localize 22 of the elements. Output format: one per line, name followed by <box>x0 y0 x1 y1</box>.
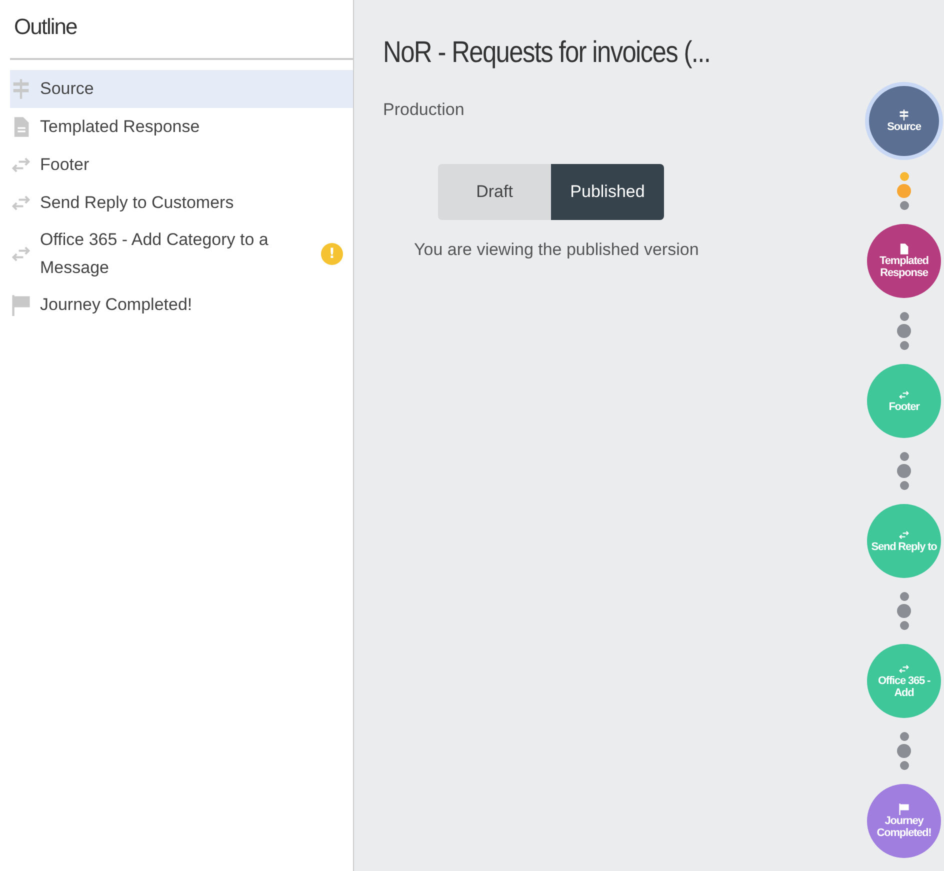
transfer-icon <box>898 529 910 541</box>
signpost-icon <box>898 109 910 121</box>
page-title: NoR - Requests for invoices (... <box>383 36 710 70</box>
outline-item[interactable]: Templated Response <box>10 108 353 146</box>
outline-item[interactable]: Office 365 - Add Category to a Message ! <box>10 222 353 286</box>
outline-item[interactable]: Send Reply to Customers <box>10 184 353 222</box>
journey-node[interactable]: Templated Response <box>867 224 941 298</box>
outline-item[interactable]: Journey Completed! <box>10 286 353 324</box>
version-toggle[interactable]: Published <box>551 164 664 220</box>
environment-label: Production <box>383 100 466 120</box>
document-icon <box>898 243 910 255</box>
transfer-icon <box>898 663 910 675</box>
outline-item[interactable]: Source <box>10 70 353 108</box>
warning-icon: ! <box>321 243 343 265</box>
panel-title: Outline <box>13 13 77 40</box>
transfer-icon <box>898 389 910 401</box>
status-message: You are viewing the published version <box>414 240 700 260</box>
outline-item[interactable]: Footer <box>10 146 353 184</box>
flag-icon <box>10 294 32 316</box>
version-toggle[interactable]: Draft <box>438 164 551 220</box>
journey-node[interactable]: Source <box>869 86 939 156</box>
flag-icon <box>898 803 910 815</box>
